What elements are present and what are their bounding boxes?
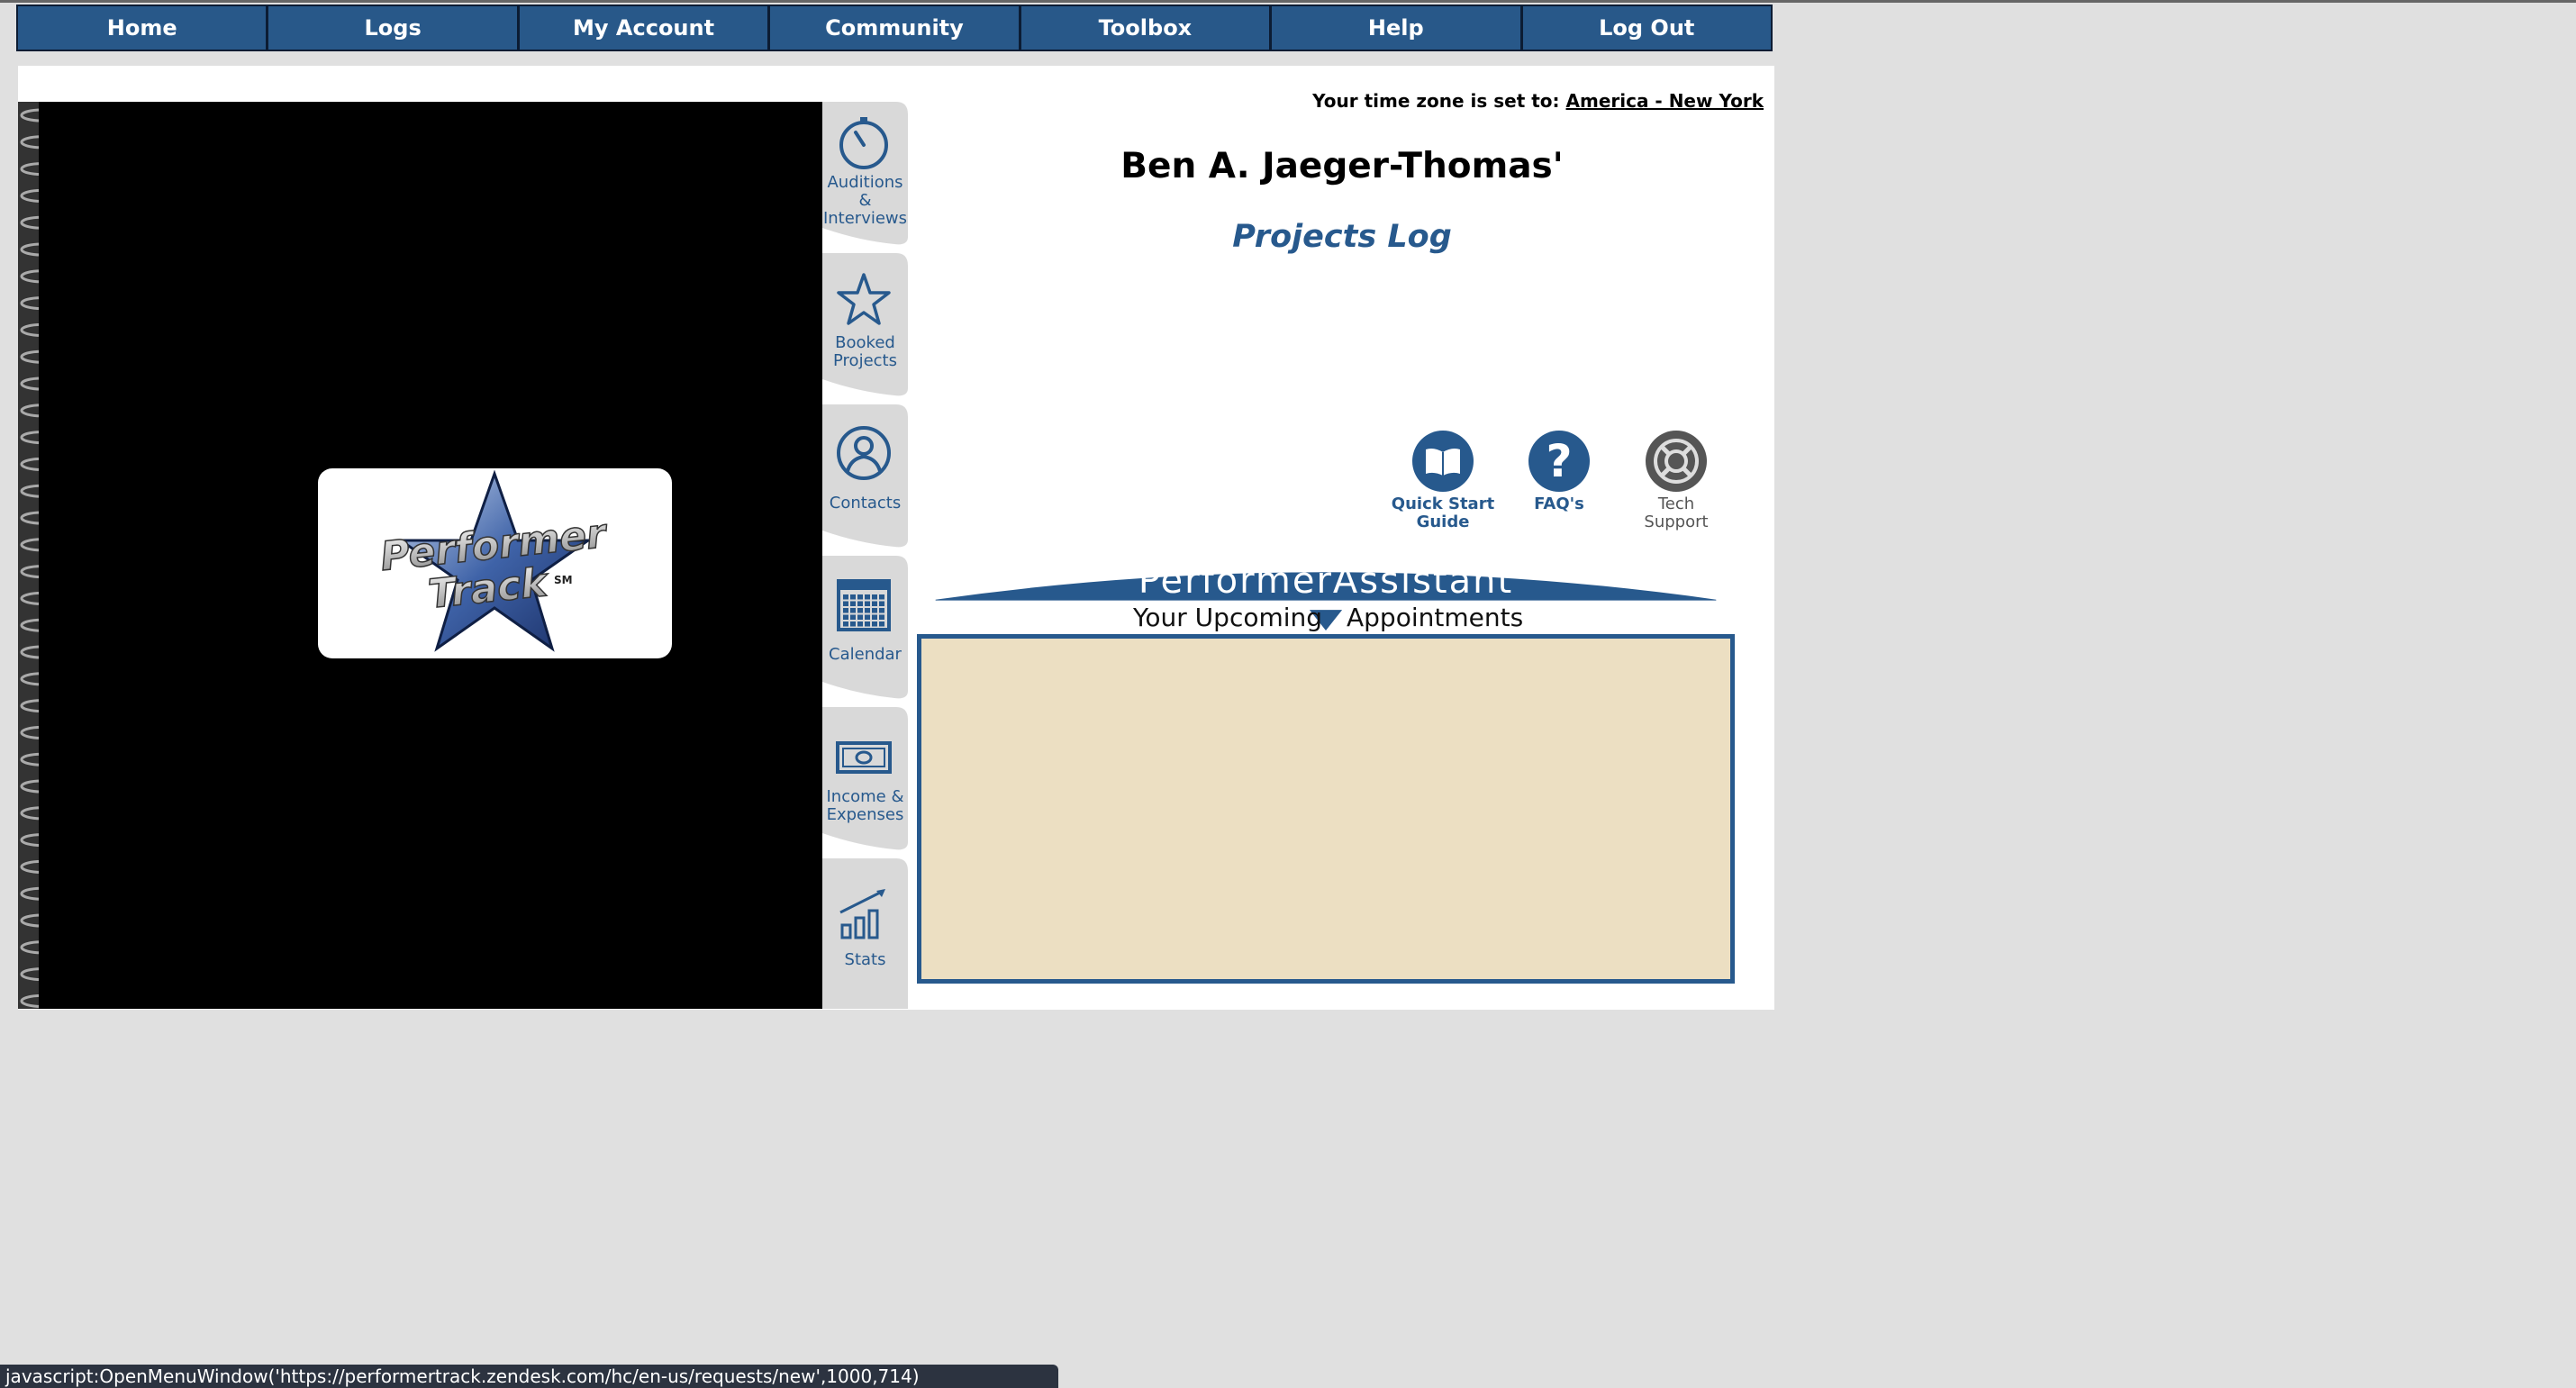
calendar-day-cell [857,594,863,600]
tech-support-link[interactable]: Tech Support [1618,431,1735,531]
appointments-panel [917,634,1735,984]
calendar-day-cell [879,614,884,620]
calendar-day-cell [872,601,877,606]
tab-income-expenses[interactable]: Income & Expenses [822,707,908,850]
calendar-day-cell [843,614,848,620]
calendar-day-cell [879,608,884,613]
book-icon [1412,431,1474,492]
calendar-day-cell [843,608,848,613]
calendar-day-cell [850,601,856,606]
nav-home-button[interactable]: Home [18,6,269,50]
help-link-label: Quick Start Guide [1391,494,1495,531]
calendar-day-cell [857,601,863,606]
calendar-day-cell [872,594,877,600]
notebook-tabs: Auditions & Interviews Booked Projects Cont… [822,102,908,1009]
calendar-day-cell [879,621,884,627]
question-icon: ? [1528,431,1590,492]
nav-log-out-button[interactable]: Log Out [1522,6,1771,50]
timezone-link[interactable]: America - New York [1566,90,1764,112]
calendar-day-cell [850,621,856,627]
timezone-notice: Your time zone is set to: America - New … [1270,90,1764,112]
calendar-day-cell [872,608,877,613]
calendar-day-cell [865,608,870,613]
logo-service-mark: SM [554,574,573,586]
main-nav: Home Logs My Account Community Toolbox H… [16,5,1773,51]
calendar-day-cell [857,621,863,627]
owner-title: Ben A. Jaeger-Thomas' [1120,146,1564,186]
assistant-subtitle-right: Appointments [1347,603,1524,632]
tab-stats[interactable]: Stats [822,858,908,1009]
tab-contacts[interactable]: Contacts [822,404,908,548]
calendar-day-cell [857,614,863,620]
help-link-label: Tech Support [1644,494,1709,531]
nav-toolbox-button[interactable]: Toolbox [1020,6,1273,50]
money-icon [836,741,892,774]
calendar-day-cell [865,614,870,620]
assistant-title: PerformerAssistant [1138,560,1514,602]
star-icon [837,273,891,325]
calendar-day-cell [850,614,856,620]
nav-help-button[interactable]: Help [1272,6,1523,50]
bar-chart-icon [839,889,885,939]
calendar-day-cell [879,594,884,600]
calendar-day-cell [865,601,870,606]
stopwatch-icon [839,117,888,169]
tab-label: Contacts [829,494,902,513]
tab-label: Auditions & Interviews [822,173,908,228]
notebook-cover: Performer Track SM [39,102,822,1009]
tab-calendar[interactable]: Calendar [822,556,908,699]
calendar-day-cell [857,608,863,613]
assistant-subtitle-left: Your Upcoming [1133,603,1323,632]
calendar-day-cell [865,594,870,600]
page-title: Projects Log [1232,219,1452,255]
tab-label: Stats [844,950,886,969]
calendar-day-cell [843,594,848,600]
calendar-day-cell [850,594,856,600]
calendar-icon [837,579,891,631]
tab-auditions-interviews[interactable]: Auditions & Interviews [822,102,908,245]
help-link-label: FAQ's [1534,494,1584,513]
tab-label: Booked Projects [833,333,897,370]
tab-label: Income & Expenses [826,787,904,824]
nav-logs-button[interactable]: Logs [268,6,520,50]
calendar-day-cell [850,608,856,613]
calendar-day-cell [843,601,848,606]
tab-label: Calendar [829,645,902,664]
status-bar-url: javascript:OpenMenuWindow('https://perfo… [0,1365,1058,1388]
person-icon [837,426,891,480]
timezone-label: Your time zone is set to: [1312,90,1560,112]
quick-start-guide-link[interactable]: Quick Start Guide [1384,431,1501,531]
window-top-border [0,0,2576,3]
calendar-day-cell [865,621,870,627]
nav-my-account-button[interactable]: My Account [519,6,771,50]
tab-booked-projects[interactable]: Booked Projects [822,253,908,396]
lifebuoy-icon [1646,431,1707,492]
calendar-day-cell [879,601,884,606]
calendar-day-cell [843,621,848,627]
nav-community-button[interactable]: Community [770,6,1021,50]
faqs-link[interactable]: ? FAQ's [1501,431,1618,513]
performer-track-logo: Performer Track SM [318,468,672,658]
calendar-day-cell [872,614,877,620]
calendar-day-cell [872,621,877,627]
